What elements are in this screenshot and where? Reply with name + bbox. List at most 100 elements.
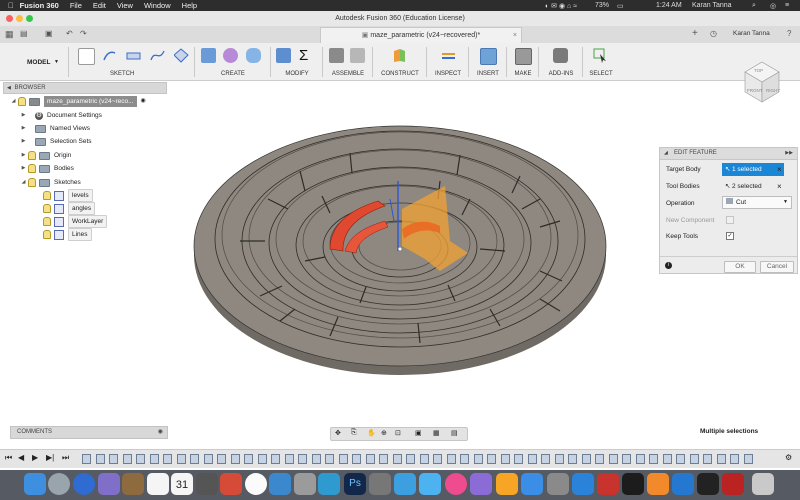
timeline-feature-icon[interactable] <box>271 454 280 464</box>
timeline-feature-icon[interactable] <box>608 454 618 464</box>
keep-tools-checkbox[interactable]: ✓ <box>726 232 734 240</box>
visibility-bulb-icon[interactable] <box>18 97 26 106</box>
step-back-icon[interactable]: ◀ <box>18 453 24 462</box>
timeline-feature-icon[interactable] <box>581 454 591 464</box>
app-store-icon[interactable] <box>521 473 543 495</box>
keynote-icon[interactable] <box>269 473 291 495</box>
sketch-group[interactable]: SKETCH <box>74 45 192 79</box>
timeline-feature-icon[interactable] <box>352 454 361 464</box>
clear-tools-icon[interactable]: × <box>777 182 782 191</box>
visibility-bulb-icon[interactable] <box>28 178 36 187</box>
select-group[interactable]: SELECT <box>586 45 616 79</box>
notifications-icon[interactable]: ≡ <box>785 0 789 11</box>
make-group[interactable]: MAKE <box>510 45 536 79</box>
menu-help[interactable]: Help <box>182 1 197 10</box>
timeline-feature-icon[interactable] <box>163 454 172 464</box>
timeline-feature-icon[interactable] <box>730 454 739 464</box>
assemble-menu-label[interactable]: ASSEMBLE <box>326 71 370 77</box>
timeline-feature-icon[interactable] <box>338 454 348 464</box>
tool-bodies-selector[interactable]: ↖ 2 selected <box>722 180 784 193</box>
save-icon[interactable]: ▣ <box>45 29 53 38</box>
visibility-bulb-icon[interactable] <box>28 151 36 160</box>
rectangle-icon[interactable] <box>126 48 141 63</box>
display-settings-icon[interactable]: ▣ <box>415 429 422 437</box>
ibooks-icon[interactable] <box>496 473 518 495</box>
dialog-header[interactable]: ◢ EDIT FEATURE ▶▶ <box>660 148 797 160</box>
notes-icon[interactable] <box>122 473 144 495</box>
menu-app[interactable]: Fusion 360 <box>20 1 59 10</box>
select-icon[interactable] <box>593 48 608 63</box>
timeline-feature-icon[interactable] <box>487 454 496 464</box>
expand-dialog-icon[interactable]: ▶▶ <box>785 148 793 159</box>
apple-icon[interactable]:  <box>8 1 14 10</box>
timeline-feature-icon[interactable] <box>82 454 91 464</box>
timeline-feature-icon[interactable] <box>176 454 186 464</box>
browser-item-document-settings[interactable]: ▶ ⚙ Document Settings <box>20 110 102 121</box>
timeline-feature-icon[interactable] <box>257 454 267 464</box>
insert-menu-label[interactable]: INSERT <box>472 71 504 77</box>
timeline-feature-icon[interactable] <box>392 454 402 464</box>
chrome-icon[interactable] <box>245 473 267 495</box>
battery-percent[interactable]: 73% <box>595 0 609 11</box>
new-component-icon[interactable] <box>329 48 344 63</box>
menu-view[interactable]: View <box>117 1 133 10</box>
new-tab-icon[interactable]: + <box>692 28 698 39</box>
browser-root[interactable]: ◢ maze_parametric (v24~reco... ◉ <box>10 96 146 107</box>
timeline-feature-icon[interactable] <box>230 454 240 464</box>
safari-icon[interactable] <box>73 473 95 495</box>
timeline-feature-icon[interactable] <box>203 454 213 464</box>
timeline-feature-icon[interactable] <box>716 454 726 464</box>
construct-menu-label[interactable]: CONSTRUCT <box>376 71 424 77</box>
select-menu-label[interactable]: SELECT <box>586 71 616 77</box>
timeline-feature-icon[interactable] <box>514 454 523 464</box>
battery-icon[interactable]: ▭ <box>617 0 624 11</box>
zoom-window-button[interactable] <box>26 15 33 22</box>
timeline-feature-icon[interactable] <box>433 454 442 464</box>
addins-menu-label[interactable]: ADD-INS <box>542 71 580 77</box>
fusion-360-icon[interactable] <box>647 473 669 495</box>
timeline-feature-icon[interactable] <box>500 454 510 464</box>
browser-item-sketches[interactable]: ◢ Sketches <box>20 177 81 188</box>
sketch-item[interactable]: levels <box>42 189 93 202</box>
step-forward-icon[interactable]: ▶| <box>46 453 54 462</box>
addins-group[interactable]: ADD-INS <box>542 45 580 79</box>
menu-window[interactable]: Window <box>144 1 171 10</box>
timeline-feature-icon[interactable] <box>149 454 159 464</box>
timeline-feature-icon[interactable] <box>109 454 118 464</box>
photos-icon[interactable] <box>147 473 169 495</box>
timeline-feature-icon[interactable] <box>703 454 712 464</box>
messages-icon[interactable] <box>394 473 416 495</box>
grid-icon[interactable]: ▦ <box>5 29 14 40</box>
timeline-feature-icon[interactable] <box>379 454 388 464</box>
zoom-icon[interactable]: ⊕ <box>381 429 387 437</box>
visibility-bulb-icon[interactable] <box>43 217 51 226</box>
mail-icon[interactable] <box>419 473 441 495</box>
timeline-feature-icon[interactable] <box>190 454 199 464</box>
pipe-icon[interactable] <box>246 48 261 63</box>
expand-caret-icon[interactable]: ▶ <box>20 163 27 174</box>
vscode-icon[interactable] <box>672 473 694 495</box>
timeline-feature-icon[interactable] <box>460 454 469 464</box>
trash-icon[interactable] <box>752 473 774 495</box>
timeline-feature-icon[interactable] <box>743 454 753 464</box>
timeline-feature-icon[interactable] <box>311 454 321 464</box>
timeline-feature-icon[interactable] <box>325 454 334 464</box>
menu-file[interactable]: File <box>70 1 82 10</box>
undo-icon[interactable]: ↶ <box>66 29 73 38</box>
collapse-caret-icon[interactable]: ◢ <box>20 177 27 188</box>
timeline-feature-icon[interactable] <box>568 454 577 464</box>
file-icon[interactable]: ▤ <box>20 29 28 38</box>
minimize-window-button[interactable] <box>16 15 23 22</box>
inspect-menu-label[interactable]: INSPECT <box>430 71 466 77</box>
collapse-caret-icon[interactable]: ◢ <box>10 96 17 107</box>
expand-caret-icon[interactable]: ▶ <box>20 150 27 161</box>
podcasts-icon[interactable] <box>470 473 492 495</box>
timeline-feature-icon[interactable] <box>365 454 375 464</box>
insert-image-icon[interactable] <box>480 48 497 65</box>
network-icon[interactable] <box>572 473 594 495</box>
create-menu-label[interactable]: CREATE <box>198 71 268 77</box>
visibility-bulb-icon[interactable] <box>43 230 51 239</box>
comments-panel[interactable]: COMMENTS ◉ <box>10 426 168 439</box>
timeline-feature-icon[interactable] <box>662 454 672 464</box>
line-icon[interactable] <box>102 48 117 63</box>
